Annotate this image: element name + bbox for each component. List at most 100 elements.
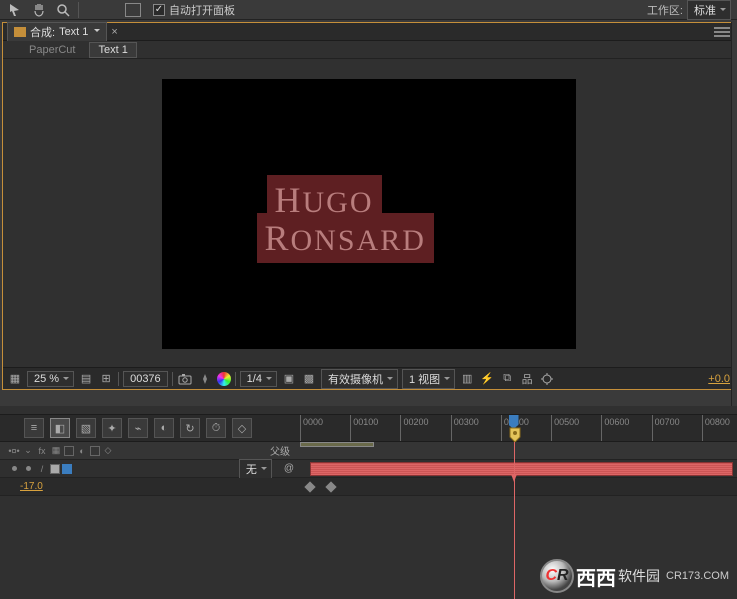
active-camera-value: 有效摄像机 [328,374,383,386]
auto-open-panel-checkbox[interactable]: 自动打开面板 [153,2,235,18]
timeline-icon[interactable]: ⧉ [499,371,515,387]
adjustment-icon[interactable]: ◐ [76,445,88,457]
composition-footer-toolbar: ▦ 25 % ▤ ⊞ 00376 1/4 ▣ ▩ 有效摄像机 1 视图 ▥ ⚡ [3,367,734,389]
shy-icon[interactable]: ⌄ [22,445,34,457]
composition-marker-icon[interactable] [509,427,521,443]
watermark: CR 西西 软件园 CR173.COM [540,559,729,593]
viewport-area: HUGO RONSARD [3,61,734,367]
lock-switch-icon[interactable] [50,464,60,474]
audio-switch-icon[interactable] [22,463,34,475]
toolbar-separator [78,2,79,18]
frame-blend-icon[interactable]: ▦ [50,445,62,457]
separator [172,372,173,386]
parent-value: 无 [246,464,257,476]
keyframe-diamond-icon[interactable] [326,481,337,492]
stopwatch-icon[interactable]: ⏱ [206,418,226,438]
transparency-grid-icon[interactable]: ▩ [301,371,317,387]
composition-viewport[interactable]: HUGO RONSARD [162,79,576,349]
watermark-logo: CR [540,559,574,593]
magnification-dropdown[interactable]: 25 % [27,371,74,387]
3d-layer-icon[interactable] [90,446,100,456]
magnification-value: 25 % [34,373,59,385]
hand-tool-icon[interactable] [30,1,48,19]
separator [235,372,236,386]
resolution-dropdown[interactable]: 1/4 [240,371,277,387]
snapshot-icon[interactable] [177,371,193,387]
motion-blur-col-icon[interactable] [64,446,74,456]
draft-3d-icon[interactable]: ◐ [154,418,174,438]
workspace-selector: 工作区: 标准 [647,0,731,20]
composition-tab-bar: 合成: Text 1 × [3,23,734,41]
guides-icon[interactable]: ⊞ [98,371,114,387]
current-frame-value: 00376 [130,373,161,385]
reset-exposure-icon[interactable] [539,371,555,387]
zoom-tool-icon[interactable] [54,1,72,19]
timeline-ruler[interactable]: 0000001000020000300004000050000600007000… [300,414,737,442]
panel-layout-icon[interactable] [125,3,141,17]
watermark-main: 西西 [576,562,616,591]
timeline-property-row: -17.0 [0,478,737,496]
fx-icon[interactable]: fx [36,445,48,457]
motion-blur-toggle-icon[interactable]: ▧ [76,418,96,438]
chevron-down-icon[interactable] [92,26,100,38]
parent-pickwhip-icon[interactable]: @ [284,463,294,474]
workspace-value: 标准 [694,5,716,17]
pixel-aspect-icon[interactable]: ▥ [459,371,475,387]
solo-switch-icon[interactable]: / [36,463,48,475]
ruler-tick: 00600 [601,415,629,441]
video-switch-icon[interactable] [8,463,20,475]
separator [118,372,119,386]
selection-tool-icon[interactable] [6,1,24,19]
auto-keyframe-icon[interactable]: ◇ [232,418,252,438]
frame-blend-toggle-icon[interactable]: ◧ [50,418,70,438]
resolution-value: 1/4 [247,373,262,385]
property-value[interactable]: -17.0 [20,481,43,492]
views-value: 1 视图 [409,374,440,386]
brainstorm-icon[interactable]: ✦ [102,418,122,438]
workspace-label: 工作区: [647,2,683,18]
collapse-icon[interactable]: ◇ [102,445,114,457]
flowchart-icon[interactable]: 品 [519,371,535,387]
av-icon[interactable]: •¤• [8,445,20,457]
work-area-bar[interactable] [300,442,374,447]
auto-open-panel-label: 自动打开面板 [169,2,235,18]
composition-icon [14,27,26,37]
breadcrumb-item-active[interactable]: Text 1 [89,42,136,58]
show-channel-icon[interactable] [197,371,213,387]
ruler-tick: 00700 [652,415,680,441]
composition-tab-prefix: 合成: [30,24,55,40]
shy-toggle-icon[interactable]: ≡ [24,418,44,438]
checkbox-icon [153,4,165,16]
cti-caret-icon [511,474,517,482]
watermark-url: CR173.COM [666,570,729,582]
current-time-indicator-line[interactable] [514,442,515,599]
active-camera-dropdown[interactable]: 有效摄像机 [321,369,398,389]
composition-tab[interactable]: 合成: Text 1 [7,22,107,41]
fast-previews-icon[interactable]: ⚡ [479,371,495,387]
live-update-icon[interactable]: ↻ [180,418,200,438]
graph-editor-icon[interactable]: ⌁ [128,418,148,438]
label-swatch[interactable] [62,464,72,474]
keyframe-lane[interactable] [300,478,737,495]
color-management-icon[interactable] [217,372,231,386]
current-frame-indicator[interactable]: 00376 [123,371,168,387]
keyframe-diamond-icon[interactable] [304,481,315,492]
ruler-tick: 00200 [400,415,428,441]
always-preview-icon[interactable]: ▦ [7,371,23,387]
roi-icon[interactable]: ▣ [281,371,297,387]
layer-switches: / [8,463,72,475]
workspace-dropdown[interactable]: 标准 [687,0,731,20]
breadcrumb-item[interactable]: PaperCut [21,43,83,57]
views-dropdown[interactable]: 1 视图 [402,369,455,389]
layer-duration-bar[interactable] [310,462,733,476]
parent-dropdown[interactable]: 无 [239,459,272,479]
timeline-columns-header: •¤• ⌄ fx ▦ ◐ ◇ 父级 [0,442,737,460]
grid-icon[interactable]: ▤ [78,371,94,387]
flowchart-breadcrumb: PaperCut Text 1 [3,41,734,59]
ruler-tick: 00100 [350,415,378,441]
switches-column-icons: •¤• ⌄ fx ▦ ◐ ◇ [8,445,114,457]
ruler-tick: 0000 [300,415,323,441]
panel-menu-icon[interactable] [714,25,730,37]
exposure-value[interactable]: +0.0 [708,373,730,385]
close-tab-icon[interactable]: × [111,26,117,38]
